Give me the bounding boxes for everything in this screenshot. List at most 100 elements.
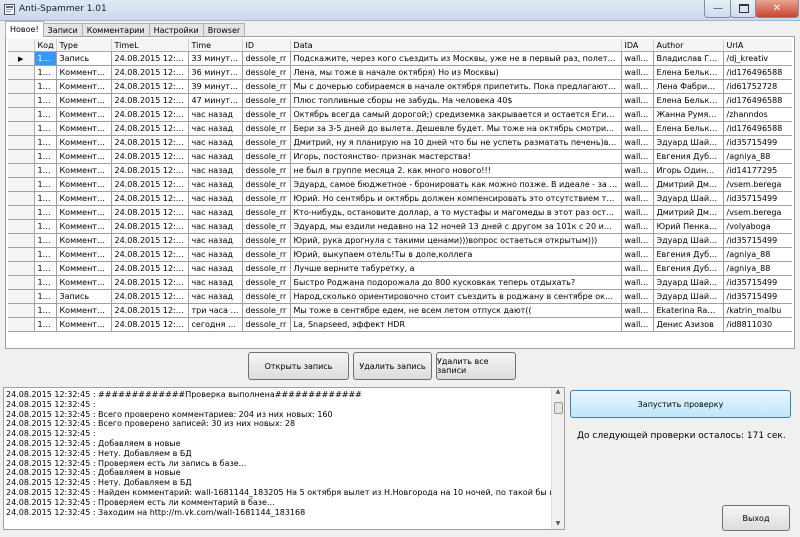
cell-kod[interactable]: 10...	[34, 247, 57, 262]
cell-kod[interactable]: 10...	[34, 289, 57, 304]
cell-id[interactable]: dessole_rr	[242, 93, 291, 108]
minimize-button[interactable]: —	[704, 0, 732, 18]
cell-urla[interactable]: /id35715499	[723, 233, 792, 248]
cell-ida[interactable]: wall-16...	[621, 177, 654, 192]
cell-type[interactable]: Комментарий	[56, 107, 112, 122]
cell-kod[interactable]: 10...	[34, 93, 57, 108]
cell-time[interactable]: час назад	[188, 177, 243, 192]
cell-data[interactable]: Эдуард, мы ездили недавно на 12 ночей 13…	[290, 219, 622, 234]
cell-kod[interactable]: 11...	[34, 303, 57, 318]
row-header[interactable]	[8, 303, 35, 318]
cell-type[interactable]: Комментарий	[56, 247, 112, 262]
cell-time[interactable]: час назад	[188, 121, 243, 136]
column-header-id[interactable]: ID	[242, 39, 291, 52]
cell-time[interactable]: час назад	[188, 289, 243, 304]
cell-time[interactable]: час назад	[188, 163, 243, 178]
cell-urla[interactable]: /agniya_88	[723, 149, 792, 164]
cell-data[interactable]: Подскажите, через кого съездить из Москв…	[290, 51, 622, 66]
table-row[interactable]: 10...Комментарий24.08.2015 12:30:15час н…	[8, 177, 792, 192]
cell-timel[interactable]: 24.08.2015 12:30:15	[111, 219, 189, 234]
cell-type[interactable]: Комментарий	[56, 135, 112, 150]
column-header-timel[interactable]: TimeL	[111, 39, 189, 52]
cell-data[interactable]: Бери за 3-5 дней до вылета. Дешевле буде…	[290, 121, 622, 136]
cell-kod[interactable]: 10...	[34, 163, 57, 178]
cell-urla[interactable]: /volyaboga	[723, 219, 792, 234]
cell-ida[interactable]: wall-16...	[621, 233, 654, 248]
cell-timel[interactable]: 24.08.2015 12:30:15	[111, 93, 189, 108]
cell-ida[interactable]: wall-16...	[621, 247, 654, 262]
cell-data[interactable]: Юрий, рука дрогнула с такими ценами)))во…	[290, 233, 622, 248]
row-header[interactable]	[8, 275, 35, 290]
cell-data[interactable]: не был в группе месяца 2. как много ново…	[290, 163, 622, 178]
cell-author[interactable]: Жанна Румянцева	[653, 107, 724, 122]
cell-ida[interactable]: wall-16...	[621, 65, 654, 80]
delete-record-button[interactable]: Удалить запись	[353, 352, 432, 380]
cell-urla[interactable]: /id176496588	[723, 65, 792, 80]
open-record-button[interactable]: Открыть запись	[248, 352, 349, 380]
cell-author[interactable]: Ekaterina Razumova	[653, 303, 724, 318]
cell-time[interactable]: час назад	[188, 191, 243, 206]
cell-data[interactable]: Дмитрий, ну я планирую на 10 дней что бы…	[290, 135, 622, 150]
cell-id[interactable]: dessole_rr	[242, 51, 291, 66]
cell-ida[interactable]: wall-16...	[621, 107, 654, 122]
cell-ida[interactable]: wall-16...	[621, 303, 654, 318]
cell-ida[interactable]: wall-16...	[621, 317, 654, 332]
cell-urla[interactable]: /id8811030	[723, 317, 792, 332]
cell-id[interactable]: dessole_rr	[242, 205, 291, 220]
cell-type[interactable]: Комментарий	[56, 121, 112, 136]
cell-urla[interactable]: /id14177295	[723, 163, 792, 178]
cell-timel[interactable]: 24.08.2015 12:30:15	[111, 65, 189, 80]
records-grid[interactable]: Код Type TimeL Time ID Data IDA Author U…	[8, 39, 792, 346]
cell-data[interactable]: Октябрь всегда самый дорогой;) средиземк…	[290, 107, 622, 122]
cell-data[interactable]: Быстро Роджана подорожала до 800 кусковк…	[290, 275, 622, 290]
cell-time[interactable]: 39 минут на...	[188, 79, 243, 94]
cell-time[interactable]: три часа н...	[188, 303, 243, 318]
cell-data[interactable]: Лучше верните табуретку, а	[290, 261, 622, 276]
cell-data[interactable]: Юрий, выкупаем отель!Ты в доле,коллега	[290, 247, 622, 262]
delete-all-button[interactable]: Удалить все записи	[436, 352, 516, 380]
tab-new[interactable]: Новое!	[5, 21, 44, 37]
row-header[interactable]	[8, 65, 35, 80]
maximize-button[interactable]	[730, 0, 757, 18]
cell-type[interactable]: Комментарий	[56, 261, 112, 276]
table-row[interactable]: 10...Комментарий24.08.2015 12:30:15час н…	[8, 233, 792, 248]
cell-timel[interactable]: 24.08.2015 12:30:15	[111, 51, 189, 66]
cell-timel[interactable]: 24.08.2015 12:30:15	[111, 233, 189, 248]
cell-timel[interactable]: 24.08.2015 12:30:15	[111, 247, 189, 262]
cell-timel[interactable]: 24.08.2015 12:32:33	[111, 303, 189, 318]
scroll-thumb[interactable]	[554, 402, 563, 414]
tab-browser[interactable]: Browser	[202, 23, 246, 37]
cell-id[interactable]: dessole_rr	[242, 149, 291, 164]
cell-kod[interactable]: 10...	[34, 219, 57, 234]
column-header-ida[interactable]: IDA	[621, 39, 654, 52]
table-row[interactable]: 10...Комментарий24.08.2015 12:30:15час н…	[8, 191, 792, 206]
cell-type[interactable]: Комментарий	[56, 219, 112, 234]
cell-author[interactable]: Лена Фабрицкая	[653, 79, 724, 94]
cell-author[interactable]: Евгения Дубровская	[653, 261, 724, 276]
cell-type[interactable]: Комментарий	[56, 205, 112, 220]
cell-author[interactable]: Эдуард Шайгарев	[653, 191, 724, 206]
cell-type[interactable]: Комментарий	[56, 275, 112, 290]
cell-data[interactable]: Кто-нибудь, остановите доллар, а то муст…	[290, 205, 622, 220]
table-row[interactable]: 10...Комментарий24.08.2015 12:30:15час н…	[8, 121, 792, 136]
column-header-type[interactable]: Type	[56, 39, 112, 52]
cell-urla[interactable]: /vsem.berega	[723, 205, 792, 220]
cell-author[interactable]: Елена Белькович	[653, 65, 724, 80]
cell-timel[interactable]: 24.08.2015 12:30:15	[111, 121, 189, 136]
cell-kod[interactable]: 10...	[34, 205, 57, 220]
cell-id[interactable]: dessole_rr	[242, 65, 291, 80]
cell-ida[interactable]: wall-16...	[621, 79, 654, 94]
cell-id[interactable]: dessole_rr	[242, 289, 291, 304]
cell-time[interactable]: час назад	[188, 275, 243, 290]
table-row[interactable]: 10...Комментарий24.08.2015 12:32:28час н…	[8, 149, 792, 164]
cell-urla[interactable]: /vsem.berega	[723, 177, 792, 192]
cell-kod[interactable]: 10...	[34, 275, 57, 290]
cell-author[interactable]: Эдуард Шайгарев	[653, 275, 724, 290]
column-header-urla[interactable]: UrlA	[723, 39, 792, 52]
row-header[interactable]	[8, 135, 35, 150]
cell-author[interactable]: Дмитрий Дмитрий	[653, 205, 724, 220]
cell-type[interactable]: Запись	[56, 289, 112, 304]
table-row[interactable]: 10...Комментарий24.08.2015 12:30:15час н…	[8, 247, 792, 262]
cell-ida[interactable]: wall-16...	[621, 149, 654, 164]
table-row[interactable]: 10...Комментарий24.08.2015 12:32:27час н…	[8, 163, 792, 178]
